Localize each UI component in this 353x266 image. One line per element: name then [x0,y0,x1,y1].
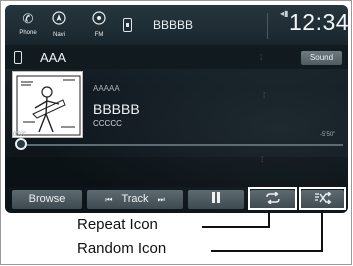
track-artist: CCCCC [93,119,122,128]
navi-label: Navi [52,32,65,38]
track-label: Track [121,193,149,205]
random-leader-h [211,250,323,252]
infotainment-screen: ✆ Phone Navi FM BBBBB ◂▮ 12:34 AAA Sound [5,5,348,213]
watermark-mark: ⁞ [263,91,266,100]
repeat-leader-v [268,210,270,228]
phone-icon: ✆ [22,11,34,26]
skip-back-icon[interactable]: ⏮ [105,195,112,204]
repeat-highlight [248,187,297,210]
phone-button[interactable]: ✆ Phone [14,8,42,42]
progress-track[interactable] [25,144,343,146]
repeat-callout: Repeat Icon [77,216,158,233]
navi-button[interactable]: Navi [45,8,73,42]
fm-label: FM [94,32,104,38]
browse-button[interactable]: Browse [12,190,82,209]
usb-source-icon [123,18,132,32]
status-divider [267,13,268,39]
signal-icon: ◂▮ [280,9,289,18]
progress-knob[interactable] [15,138,28,150]
control-band [5,157,348,187]
status-bar: ✆ Phone Navi FM BBBBB ◂▮ 12:34 [5,5,348,45]
track-title: BBBBB [93,101,140,117]
radio-icon [85,11,113,29]
album-art [12,71,83,138]
remaining-time: -5'50" [320,132,336,138]
navigation-icon [45,11,73,29]
watermark-mark: ⁞ [261,155,264,164]
clock: 12:34 [289,9,348,35]
random-callout: Random Icon [77,240,167,257]
browse-label: Browse [28,193,66,205]
phone-label: Phone [19,30,37,36]
skip-forward-icon[interactable]: ⏭ [158,195,165,204]
random-highlight [299,187,346,210]
sound-button[interactable]: Sound [301,51,342,65]
usb-icon [14,51,22,64]
pause-icon [212,192,220,203]
now-playing-title: BBBBB [153,18,194,32]
source-name: AAA [40,50,67,65]
random-leader-v [321,210,323,252]
track-button[interactable]: ⏮ Track ⏭ [87,190,183,209]
repeat-leader-h [202,226,270,228]
fm-button[interactable]: FM [85,8,113,42]
watermark-mark: ⁞ [260,53,263,62]
pause-button[interactable] [188,190,244,209]
source-row: AAA Sound [5,45,348,69]
track-album: AAAAA [93,84,120,93]
